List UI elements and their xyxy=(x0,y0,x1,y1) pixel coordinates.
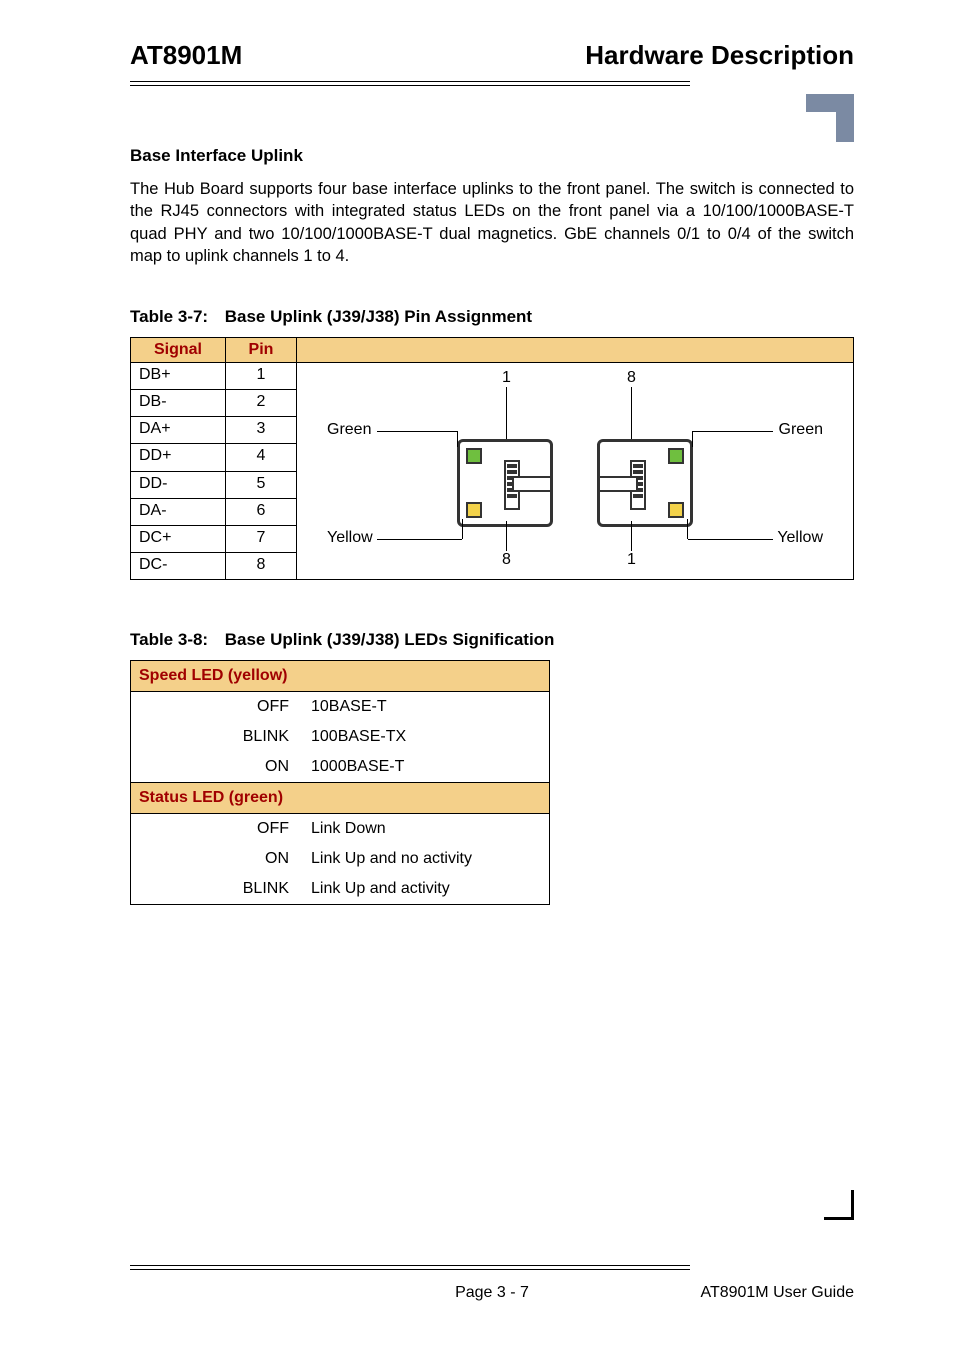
footer-corner-icon xyxy=(824,1190,854,1220)
cell-signal: DD- xyxy=(131,471,226,498)
table-row: OFF10BASE-T xyxy=(131,692,550,723)
th-speed-led: Speed LED (yellow) xyxy=(131,661,550,692)
diagram-cell: 1 8 Green Green Yellow Yellow 8 1 xyxy=(297,363,854,580)
diagram-num-top-right: 8 xyxy=(627,369,636,387)
cell-state: BLINK xyxy=(131,722,304,752)
cell-state: OFF xyxy=(131,814,304,845)
table38-caption-num: Table 3-8: xyxy=(130,630,220,650)
footer-page: Page 3 - 7 xyxy=(130,1284,854,1302)
header-left: AT8901M xyxy=(130,40,242,71)
table-row: DB+ 1 1 8 Green Green Yellow Yellow 8 1 xyxy=(131,363,854,390)
diagram-label-yellow-left: Yellow xyxy=(327,529,373,547)
section-heading: Base Interface Uplink xyxy=(130,146,854,166)
cell-signal: DC- xyxy=(131,552,226,579)
cell-pin: 3 xyxy=(226,417,297,444)
diagram-label-green-right: Green xyxy=(779,421,823,439)
cell-signal: DC+ xyxy=(131,525,226,552)
diagram-label-yellow-right: Yellow xyxy=(777,529,823,547)
th-diagram xyxy=(297,338,854,363)
cell-state: ON xyxy=(131,752,304,783)
header-right: Hardware Description xyxy=(585,40,854,71)
th-pin: Pin xyxy=(226,338,297,363)
diagram-num-bottom-right: 1 xyxy=(627,551,636,569)
section-paragraph: The Hub Board supports four base interfa… xyxy=(130,178,854,267)
cell-pin: 5 xyxy=(226,471,297,498)
cell-meaning: 1000BASE-T xyxy=(303,752,550,783)
table-row: BLINKLink Up and activity xyxy=(131,874,550,905)
rj45-diagram: 1 8 Green Green Yellow Yellow 8 1 xyxy=(307,369,843,569)
cell-signal: DD+ xyxy=(131,444,226,471)
th-status-led: Status LED (green) xyxy=(131,783,550,814)
rj45-connector-icon xyxy=(597,439,693,527)
rj45-connector-icon xyxy=(457,439,553,527)
table37-caption: Table 3-7: Base Uplink (J39/J38) Pin Ass… xyxy=(130,307,854,327)
cell-state: OFF xyxy=(131,692,304,723)
diagram-label-green-left: Green xyxy=(327,421,371,439)
cell-meaning: Link Up and no activity xyxy=(303,844,550,874)
cell-pin: 1 xyxy=(226,363,297,390)
table-pin-assignment: Signal Pin DB+ 1 1 8 Green Green Yellow … xyxy=(130,337,854,580)
cell-signal: DB- xyxy=(131,390,226,417)
header-rule xyxy=(130,81,854,86)
corner-decoration-icon xyxy=(806,94,854,142)
table37-caption-title: Base Uplink (J39/J38) Pin Assignment xyxy=(225,307,532,326)
table-row: OFFLink Down xyxy=(131,814,550,845)
cell-pin: 4 xyxy=(226,444,297,471)
diagram-num-bottom-left: 8 xyxy=(502,551,511,569)
cell-pin: 8 xyxy=(226,552,297,579)
table-row: ON1000BASE-T xyxy=(131,752,550,783)
cell-state: BLINK xyxy=(131,874,304,905)
cell-meaning: 10BASE-T xyxy=(303,692,550,723)
table38-caption: Table 3-8: Base Uplink (J39/J38) LEDs Si… xyxy=(130,630,854,650)
footer-rule xyxy=(130,1265,690,1270)
led-green-icon xyxy=(466,448,482,464)
led-yellow-icon xyxy=(466,502,482,518)
cell-meaning: 100BASE-TX xyxy=(303,722,550,752)
cell-signal: DB+ xyxy=(131,363,226,390)
th-signal: Signal xyxy=(131,338,226,363)
led-green-icon xyxy=(668,448,684,464)
led-yellow-icon xyxy=(668,502,684,518)
cell-state: ON xyxy=(131,844,304,874)
table37-caption-num: Table 3-7: xyxy=(130,307,220,327)
page-header: AT8901M Hardware Description xyxy=(130,40,854,77)
table-row: ONLink Up and no activity xyxy=(131,844,550,874)
table-led-signification: Speed LED (yellow) OFF10BASE-T BLINK100B… xyxy=(130,660,550,905)
table38-caption-title: Base Uplink (J39/J38) LEDs Signification xyxy=(225,630,555,649)
cell-meaning: Link Down xyxy=(303,814,550,845)
cell-pin: 6 xyxy=(226,498,297,525)
cell-signal: DA- xyxy=(131,498,226,525)
cell-signal: DA+ xyxy=(131,417,226,444)
page-footer: . Page 3 - 7 AT8901M User Guide xyxy=(130,1284,854,1302)
table-row: BLINK100BASE-TX xyxy=(131,722,550,752)
cell-pin: 7 xyxy=(226,525,297,552)
cell-meaning: Link Up and activity xyxy=(303,874,550,905)
diagram-num-top-left: 1 xyxy=(502,369,511,387)
cell-pin: 2 xyxy=(226,390,297,417)
